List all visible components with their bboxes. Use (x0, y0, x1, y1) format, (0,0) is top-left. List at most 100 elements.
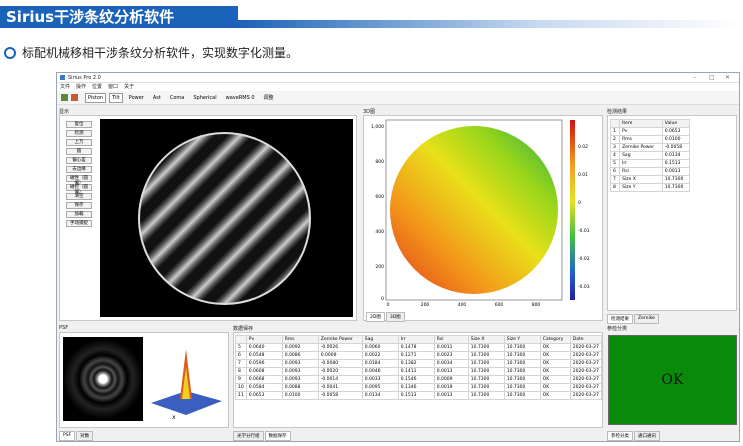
table-cell: 0.0009 (433, 375, 469, 384)
minimize-icon[interactable]: – (693, 74, 696, 81)
tab-results[interactable]: 检测结果 (607, 314, 633, 324)
toolbar-coma[interactable]: Coma (167, 93, 188, 103)
table-cell: 0.0596 (245, 359, 283, 368)
table-cell: 0.0093 (281, 375, 319, 384)
table-cell: 0.1346 (397, 383, 435, 392)
toolbar-waverms[interactable]: waveRMS 0 (223, 93, 258, 103)
table-row[interactable]: 9 0.0668 0.0093 -0.0014 0.0033 0.1546 0.0009 10… (235, 375, 602, 384)
table-row[interactable]: 7 0.0596 0.0093 -0.0080 0.0184 0.1382 0.0034 10… (235, 359, 602, 368)
table-cell: 2020-03-27 (569, 351, 602, 360)
status-label: 参检分类 (607, 326, 628, 332)
tab-optical[interactable]: 光学分行组 (233, 431, 264, 441)
table-cell: 0.0093 (281, 367, 319, 376)
table-cell: 0.0092 (281, 343, 319, 352)
table-row[interactable]: 3 Zernike Power -0.0058 (609, 143, 691, 152)
tool-button[interactable]: 磁控（圆偏） (66, 184, 92, 195)
table-cell: 0.1382 (397, 359, 435, 368)
tool-button[interactable]: 去边缘 (66, 166, 92, 173)
edit-icon[interactable] (71, 94, 78, 101)
table-cell: 0.1271 (397, 351, 435, 360)
table-cell: 2020-03-27 (569, 343, 602, 352)
table-row[interactable]: 6 Rsi 0.0013 (609, 167, 691, 176)
close-icon[interactable]: ✕ (725, 74, 730, 81)
y-tick: 600 (375, 194, 384, 200)
table-cell: 10.7300 (467, 367, 505, 376)
tool-button[interactable]: 保存 (66, 202, 92, 209)
tool-button[interactable]: 复位 (66, 121, 92, 128)
surface-disc (390, 126, 558, 294)
table-cell: 10.7300 (503, 375, 541, 384)
tool-button[interactable]: 偏心差 (66, 157, 92, 164)
tool-button[interactable]: 加载 (66, 211, 92, 218)
table-row[interactable]: 7 Size X 10.7300 (609, 175, 691, 184)
table-row[interactable]: 6 0.0548 0.0086 0.0009 0.0022 0.1271 0.0023 10.… (235, 351, 602, 360)
table-cell: 0.0013 (433, 367, 469, 376)
table-cell: 11 (235, 391, 247, 400)
table-row[interactable]: 8 Size Y 10.7300 (609, 183, 691, 192)
table-cell: OK (539, 343, 571, 352)
tab-serial[interactable]: 通口通讯 (634, 431, 660, 441)
menu-item-window[interactable]: 窗口 (108, 83, 118, 91)
y-tick: 0 (381, 296, 384, 302)
table-cell: 10.7300 (503, 367, 541, 376)
tab-data-save[interactable]: 数据保存 (264, 431, 291, 441)
window-title: Sirius Pro 2.0 (68, 75, 101, 81)
toolbar-adjust[interactable]: 调整 (261, 92, 277, 103)
x-tick: 400 (458, 302, 467, 308)
tab-classify[interactable]: 参检分类 (607, 431, 633, 441)
table-row[interactable]: 4 Sag 0.0134 (609, 151, 691, 160)
app-icon (60, 75, 65, 80)
tab-3d[interactable]: 3D图 (385, 312, 405, 322)
table-cell: 0.0033 (361, 375, 399, 384)
menu-item-operate[interactable]: 操作 (76, 83, 86, 91)
table-row[interactable]: 5 Irr 0.1513 (609, 159, 691, 168)
toolbar-tilt[interactable]: Tilt (109, 92, 123, 103)
table-row[interactable]: 2 Rms 0.0100 (609, 135, 691, 144)
table-cell: 2020-03-27 (569, 375, 602, 384)
toolbar-piston[interactable]: Piston (85, 92, 107, 103)
tab-zernike[interactable]: Zernike (634, 314, 659, 324)
tab-2d[interactable]: 2D图 (366, 312, 385, 322)
table-cell: 0.0093 (281, 359, 319, 368)
fringe-pattern-image (138, 132, 311, 305)
open-icon[interactable] (61, 94, 68, 101)
tool-button[interactable]: 清空 (66, 193, 92, 200)
window-titlebar: Sirius Pro 2.0 – □ ✕ (57, 73, 739, 83)
results-corner (609, 119, 621, 128)
toolbar-power[interactable]: Power (126, 93, 147, 103)
table-cell: 2020-03-27 (569, 367, 602, 376)
tool-button[interactable]: 磁性（圆偏） (66, 175, 92, 186)
table-row[interactable]: 11 0.0653 0.0100 -0.0058 0.0134 0.1513 0.0013 1… (235, 391, 602, 400)
table-row[interactable]: 10 0.0584 0.0088 -0.0041 0.0095 0.1346 0.0019 1… (235, 383, 602, 392)
menu-item-position[interactable]: 位置 (92, 83, 102, 91)
y-tick: 800 (375, 159, 384, 165)
table-cell: 5 (235, 343, 247, 352)
subtitle-text: 标配机械移相干涉条纹分析软件，实现数字化测量。 (22, 46, 299, 60)
table-row[interactable]: 5 0.0640 0.0092 -0.0026 0.0060 0.1478 0.0011 10… (235, 343, 602, 352)
tool-button[interactable]: 检测 (66, 130, 92, 137)
toolbar-spherical[interactable]: Spherical (190, 93, 219, 103)
fringe-view[interactable] (100, 119, 353, 317)
table-cell: 0.0009 (317, 351, 363, 360)
table-row[interactable]: 1 Pv 0.0653 (609, 127, 691, 136)
maximize-icon[interactable]: □ (709, 74, 715, 81)
menu-item-file[interactable]: 文件 (60, 83, 70, 91)
tool-button[interactable]: 圆 (66, 148, 92, 155)
table-cell: 0.0011 (433, 343, 469, 352)
surface-map-chart[interactable]: 1,000 800 600 400 200 0 0 200 400 600 80… (364, 116, 602, 308)
table-cell: 0.0548 (245, 351, 283, 360)
psf-tabs: PSF 对数 (59, 431, 94, 441)
menu-item-about[interactable]: 关于 (124, 83, 134, 91)
tab-log[interactable]: 对数 (76, 431, 94, 441)
tool-button[interactable]: 手动捕捉 (66, 220, 92, 227)
table-row[interactable]: 8 0.0608 0.0093 -0.0020 0.0046 0.1411 0.0013 10… (235, 367, 602, 376)
table-cell: OK (539, 359, 571, 368)
toolbar-ast[interactable]: Ast (150, 93, 164, 103)
colorbar-tick: -0.01 (578, 228, 590, 234)
menu-bar: 文件 操作 位置 窗口 关于 (57, 83, 739, 91)
table-cell: 10.7300 (467, 343, 505, 352)
tab-psf[interactable]: PSF (59, 431, 76, 441)
tool-button[interactable]: 上万 (66, 139, 92, 146)
subtitle-line: 标配机械移相干涉条纹分析软件，实现数字化测量。 (4, 44, 298, 61)
table-cell: 0.0095 (361, 383, 399, 392)
